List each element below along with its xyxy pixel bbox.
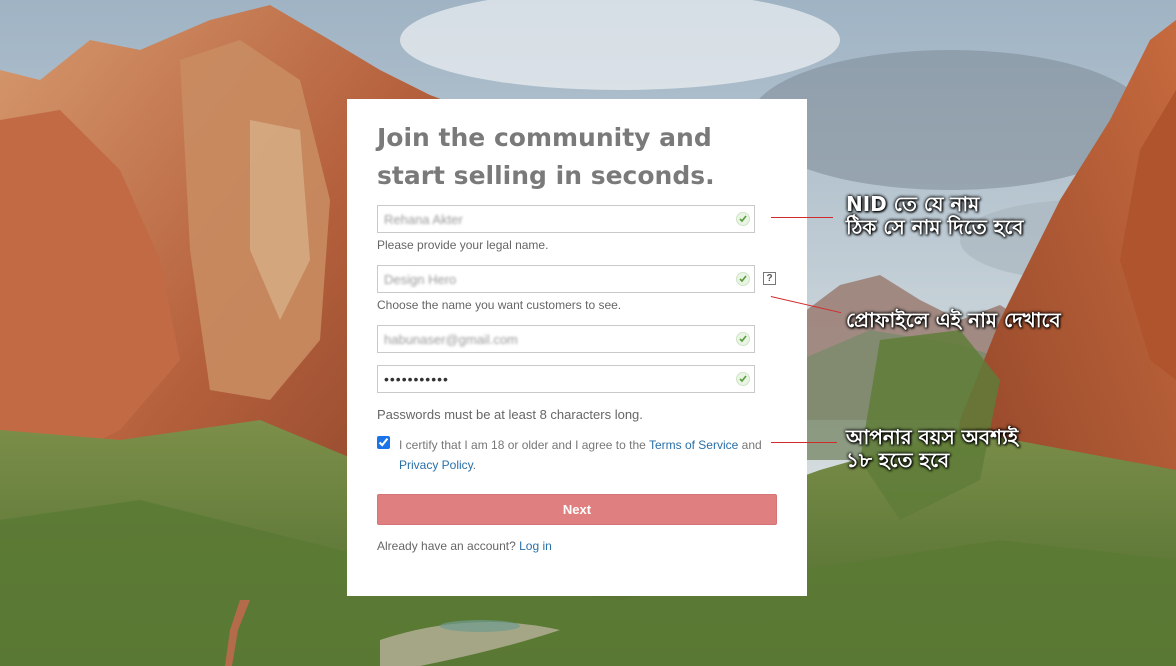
checkmark-icon [736, 212, 750, 226]
age-callout-line1: আপনার বয়স অবশ্যই [846, 425, 1019, 449]
nid-callout-line1: NID তে যে নাম [846, 192, 980, 216]
help-icon[interactable]: ? [763, 272, 776, 285]
already-have-account-text: Already have an account? [377, 539, 516, 553]
next-button[interactable]: Next [377, 494, 777, 525]
display-name-hint: Choose the name you want customers to se… [377, 298, 622, 312]
profile-callout-line: প্রোফাইলে এই নাম দেখাবে [846, 308, 1061, 332]
signup-card: Join the community and start selling in … [347, 99, 807, 596]
nid-callout: NID তে যে নাম ঠিক সে নাম দিতে হবে [846, 193, 1023, 239]
email-field[interactable] [377, 325, 755, 353]
checkmark-icon [736, 332, 750, 346]
terms-of-service-link[interactable]: Terms of Service [649, 438, 738, 452]
login-prompt: Already have an account? Log in [377, 539, 552, 553]
legal-name-field[interactable] [377, 205, 755, 233]
checkmark-icon [736, 272, 750, 286]
display-name-input[interactable] [378, 266, 730, 292]
certify-suffix: . [472, 458, 477, 472]
profile-callout: প্রোফাইলে এই নাম দেখাবে [846, 309, 1061, 332]
legal-name-hint: Please provide your legal name. [377, 238, 549, 252]
password-requirement-note: Passwords must be at least 8 characters … [377, 407, 643, 422]
legal-name-input[interactable] [378, 206, 730, 232]
login-link[interactable]: Log in [519, 539, 552, 553]
age-callout-line2: ১৮ হতে হবে [846, 448, 950, 472]
nid-pointer-line [771, 217, 833, 218]
certify-and: and [741, 438, 762, 452]
age-callout: আপনার বয়স অবশ্যই ১৮ হতে হবে [846, 426, 1018, 472]
page-title: Join the community and start selling in … [377, 123, 715, 190]
age-pointer-line [771, 442, 837, 443]
nid-callout-line2: ঠিক সে নাম দিতে হবে [846, 215, 1024, 239]
certify-text: I certify that I am 18 or older and I ag… [399, 435, 779, 475]
privacy-policy-link[interactable]: Privacy Policy [399, 458, 473, 472]
certify-prefix: I certify that I am 18 or older and I ag… [399, 438, 646, 452]
display-name-field[interactable] [377, 265, 755, 293]
certify-checkbox[interactable] [377, 436, 390, 449]
checkmark-icon [736, 372, 750, 386]
password-field[interactable] [377, 365, 755, 393]
email-input[interactable] [378, 326, 730, 352]
password-input[interactable] [378, 366, 730, 392]
